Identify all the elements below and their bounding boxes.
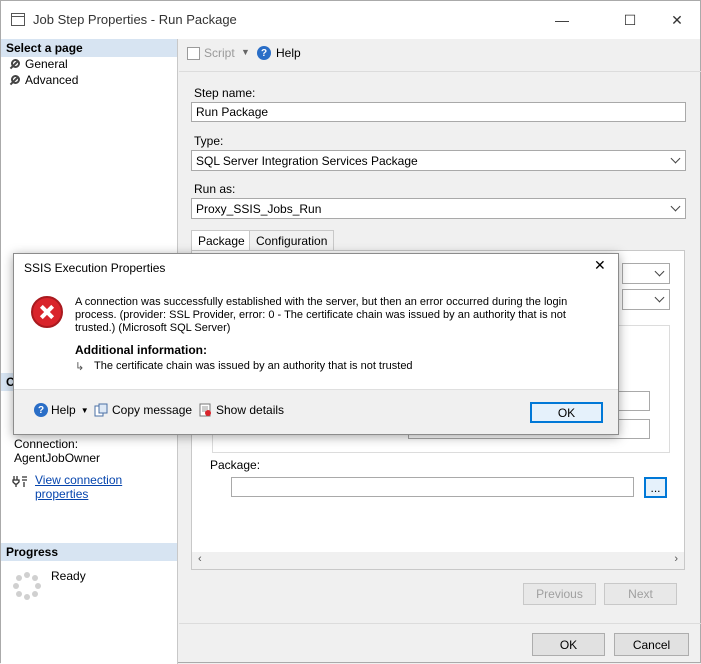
dialog-help-label: Help [51, 403, 76, 417]
copy-message-label: Copy message [112, 403, 193, 417]
cancel-button[interactable]: Cancel [614, 633, 689, 656]
connection-plug-icon [12, 473, 28, 487]
scroll-right-icon[interactable]: › [674, 553, 678, 565]
horizontal-scrollbar[interactable]: ‹ › [192, 552, 684, 569]
help-button[interactable]: ? Help [257, 46, 301, 60]
copy-message-button[interactable]: Copy message [94, 403, 192, 417]
footer-separator [179, 623, 701, 624]
chevron-down-icon [654, 266, 665, 277]
run-as-label: Run as: [194, 182, 236, 196]
type-label: Type: [194, 134, 224, 148]
tab-package[interactable]: Package [191, 230, 252, 251]
package-input[interactable] [231, 477, 634, 497]
view-connection-properties-link[interactable]: View connection properties [35, 473, 177, 501]
copy-icon [94, 403, 108, 417]
title-bar: Job Step Properties - Run Package — ☐ ✕ [1, 1, 700, 39]
run-as-select[interactable]: Proxy_SSIS_Jobs_Run [191, 198, 686, 219]
connection-header: C [1, 373, 15, 391]
dialog-help-button[interactable]: ? Help ▼ [34, 403, 89, 417]
help-icon: ? [34, 403, 48, 417]
package-label: Package: [210, 458, 261, 472]
ssis-execution-properties-dialog: SSIS Execution Properties ✕ A connection… [13, 253, 619, 435]
scroll-left-icon[interactable]: ‹ [198, 553, 202, 565]
progress-status: Ready [51, 569, 86, 583]
close-button[interactable]: ✕ [654, 1, 700, 39]
progress-spinner-icon [12, 571, 42, 601]
chevron-down-icon [654, 292, 665, 303]
server-select[interactable] [622, 289, 670, 310]
next-button[interactable]: Next [604, 583, 677, 605]
run-as-select-value: Proxy_SSIS_Jobs_Run [196, 202, 322, 216]
show-details-button[interactable]: Show details [198, 403, 284, 417]
tab-configuration[interactable]: Configuration [249, 230, 335, 251]
dialog-footer: ? Help ▼ Copy message Show details OK [14, 389, 618, 434]
wrench-icon [9, 58, 20, 70]
script-dropdown-icon[interactable]: ▼ [241, 47, 250, 57]
script-button[interactable]: Script [187, 46, 235, 60]
additional-info-header: Additional information: [75, 343, 207, 357]
nav-item-label: General [25, 57, 68, 71]
dropdown-arrow-icon: ▼ [80, 405, 89, 415]
tree-branch-icon: ↳ [75, 361, 85, 373]
maximize-button[interactable]: ☐ [607, 1, 653, 39]
step-name-label: Step name: [194, 86, 256, 100]
additional-info-detail: The certificate chain was issued by an a… [94, 360, 413, 372]
dialog-ok-button[interactable]: OK [530, 402, 603, 423]
toolbar-separator [179, 71, 701, 72]
browse-package-button[interactable]: ... [644, 477, 667, 498]
chevron-down-icon [670, 201, 681, 212]
window-title: Job Step Properties - Run Package [33, 12, 237, 27]
nav-item-advanced[interactable]: Advanced [9, 72, 78, 88]
chevron-down-icon [670, 153, 681, 164]
error-icon [31, 296, 63, 328]
error-message: A connection was successfully establishe… [75, 296, 568, 334]
window-icon [11, 13, 25, 26]
details-icon [198, 403, 212, 417]
ok-button[interactable]: OK [532, 633, 605, 656]
type-select-value: SQL Server Integration Services Package [196, 154, 418, 168]
dialog-title: SSIS Execution Properties [24, 261, 166, 275]
select-page-header: Select a page [1, 39, 177, 57]
connection-label: Connection: [14, 437, 79, 451]
package-source-select[interactable] [622, 263, 670, 284]
nav-item-general[interactable]: General [9, 56, 68, 72]
help-label: Help [276, 46, 301, 60]
step-name-input[interactable]: Run Package [191, 102, 686, 122]
wrench-icon [9, 74, 20, 86]
dialog-close-button[interactable]: ✕ [594, 257, 606, 274]
minimize-button[interactable]: — [539, 1, 585, 39]
job-step-properties-window: Job Step Properties - Run Package — ☐ ✕ … [0, 0, 701, 664]
script-label: Script [204, 46, 235, 60]
progress-header: Progress [1, 543, 177, 561]
type-select[interactable]: SQL Server Integration Services Package [191, 150, 686, 171]
connection-value: AgentJobOwner [14, 451, 101, 465]
script-icon [187, 46, 200, 60]
nav-item-label: Advanced [25, 73, 79, 87]
help-icon: ? [257, 46, 271, 60]
show-details-label: Show details [216, 403, 285, 417]
previous-button[interactable]: Previous [523, 583, 596, 605]
